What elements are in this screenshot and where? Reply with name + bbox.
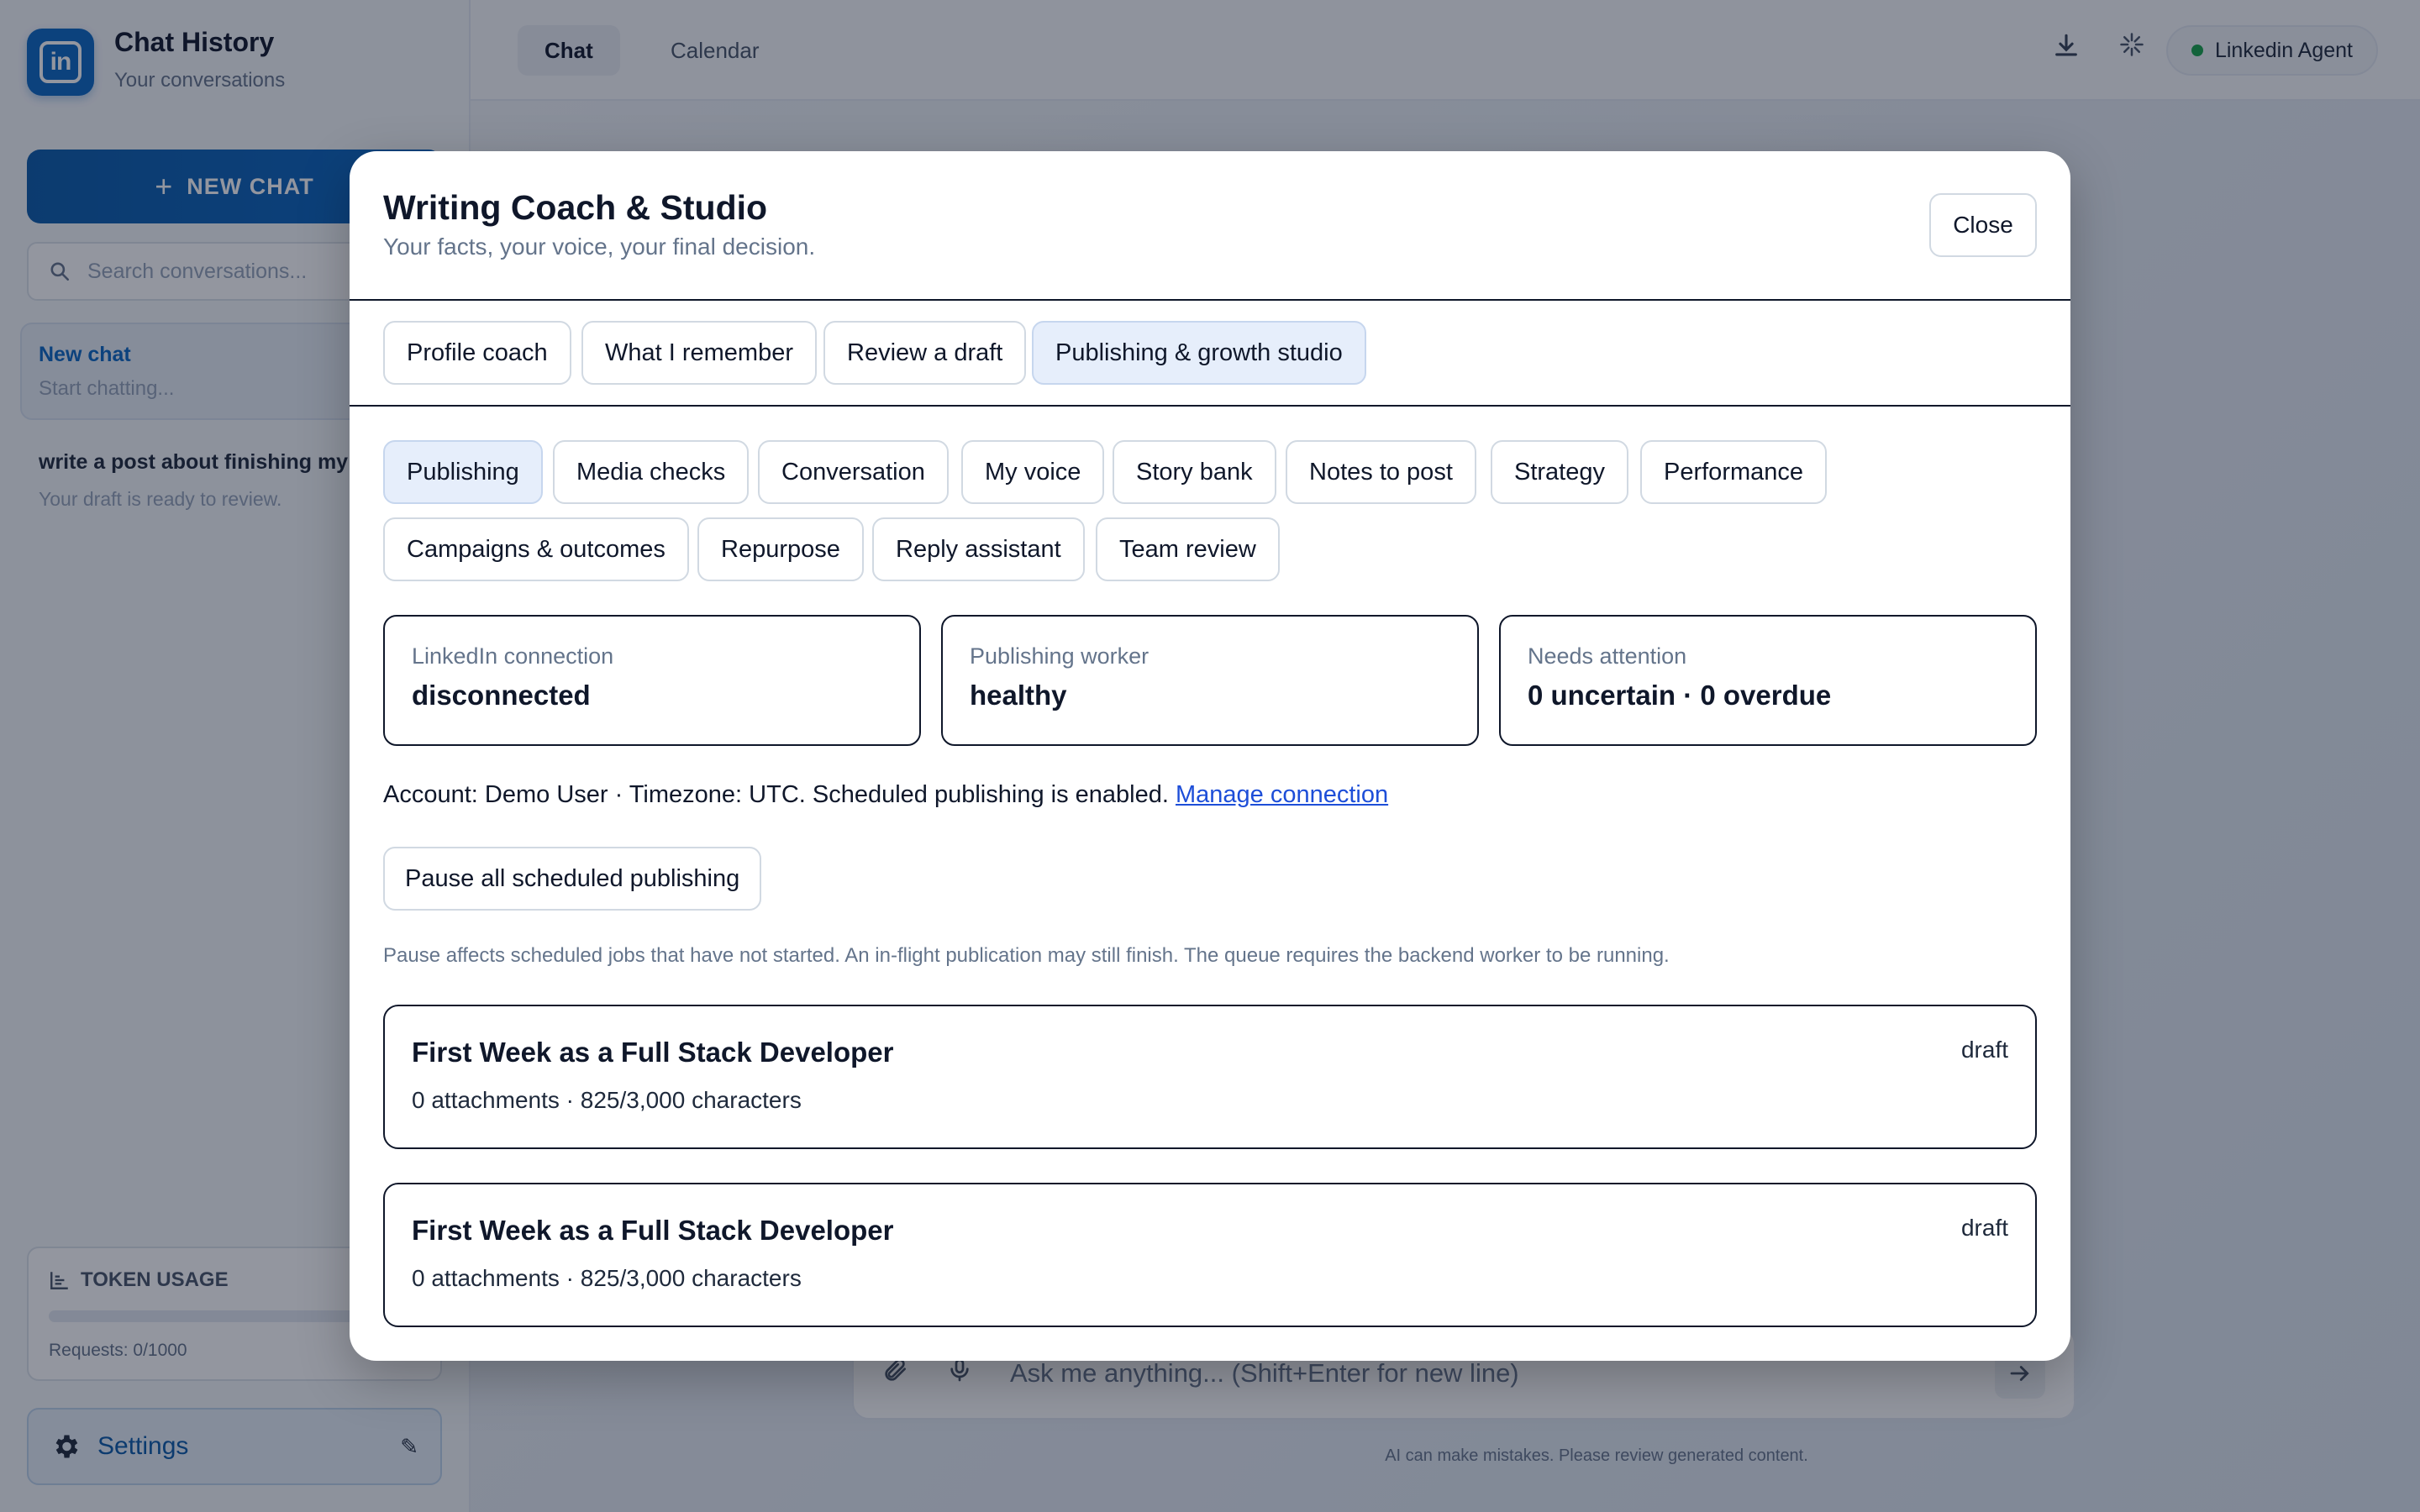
tab-profile-coach[interactable]: Profile coach [383,321,571,385]
subtab-team-review[interactable]: Team review [1096,517,1280,581]
tab-publishing-growth-studio[interactable]: Publishing & growth studio [1032,321,1366,385]
subtab-conversation[interactable]: Conversation [758,440,949,504]
subtab-reply-assistant[interactable]: Reply assistant [872,517,1085,581]
subtab-my-voice[interactable]: My voice [961,440,1105,504]
subtab-publishing[interactable]: Publishing [383,440,543,504]
pause-note: Pause affects scheduled jobs that have n… [383,944,1670,967]
manage-connection-link[interactable]: Manage connection [1176,781,1388,808]
close-button[interactable]: Close [1929,193,2037,257]
stat-publishing-worker: Publishing worker healthy [941,615,1479,746]
draft-meta: 0 attachments · 825/3,000 characters [412,1265,802,1291]
subtab-repurpose[interactable]: Repurpose [697,517,864,581]
subtab-campaigns-outcomes[interactable]: Campaigns & outcomes [383,517,689,581]
account-info: Account: Demo User · Timezone: UTC. Sche… [383,781,1388,809]
stat-needs-attention: Needs attention 0 uncertain · 0 overdue [1499,615,2037,746]
writing-coach-modal: Writing Coach & Studio Your facts, your … [350,151,2070,1361]
draft-card[interactable]: First Week as a Full Stack Developer 0 a… [383,1005,2037,1149]
tab-review-draft[interactable]: Review a draft [823,321,1027,385]
stat-label: Needs attention [1528,643,1687,669]
subtab-performance[interactable]: Performance [1640,440,1828,504]
subtab-story-bank[interactable]: Story bank [1113,440,1276,504]
subtab-media-checks[interactable]: Media checks [553,440,750,504]
draft-meta: 0 attachments · 825/3,000 characters [412,1087,802,1113]
stat-value: 0 uncertain · 0 overdue [1528,680,1832,711]
account-text: Account: Demo User · Timezone: UTC. Sche… [383,781,1169,808]
modal-subtitle: Your facts, your voice, your final decis… [383,234,816,260]
tab-what-i-remember[interactable]: What I remember [581,321,817,385]
status-badge: draft [1960,1215,2008,1241]
stat-label: Publishing worker [970,643,1150,669]
stat-linkedin-connection: LinkedIn connection disconnected [383,615,921,746]
draft-card[interactable]: First Week as a Full Stack Developer 0 a… [383,1183,2037,1327]
stat-value: disconnected [412,680,591,711]
draft-title: First Week as a Full Stack Developer [412,1037,894,1068]
status-badge: draft [1960,1037,2008,1063]
stat-value: healthy [970,680,1067,711]
divider [350,405,2070,407]
pause-publishing-button[interactable]: Pause all scheduled publishing [383,847,762,911]
stat-label: LinkedIn connection [412,643,614,669]
modal-title: Writing Coach & Studio [383,188,768,227]
draft-title: First Week as a Full Stack Developer [412,1215,894,1246]
divider [350,299,2070,301]
subtab-notes-to-post[interactable]: Notes to post [1286,440,1476,504]
subtab-strategy[interactable]: Strategy [1491,440,1628,504]
